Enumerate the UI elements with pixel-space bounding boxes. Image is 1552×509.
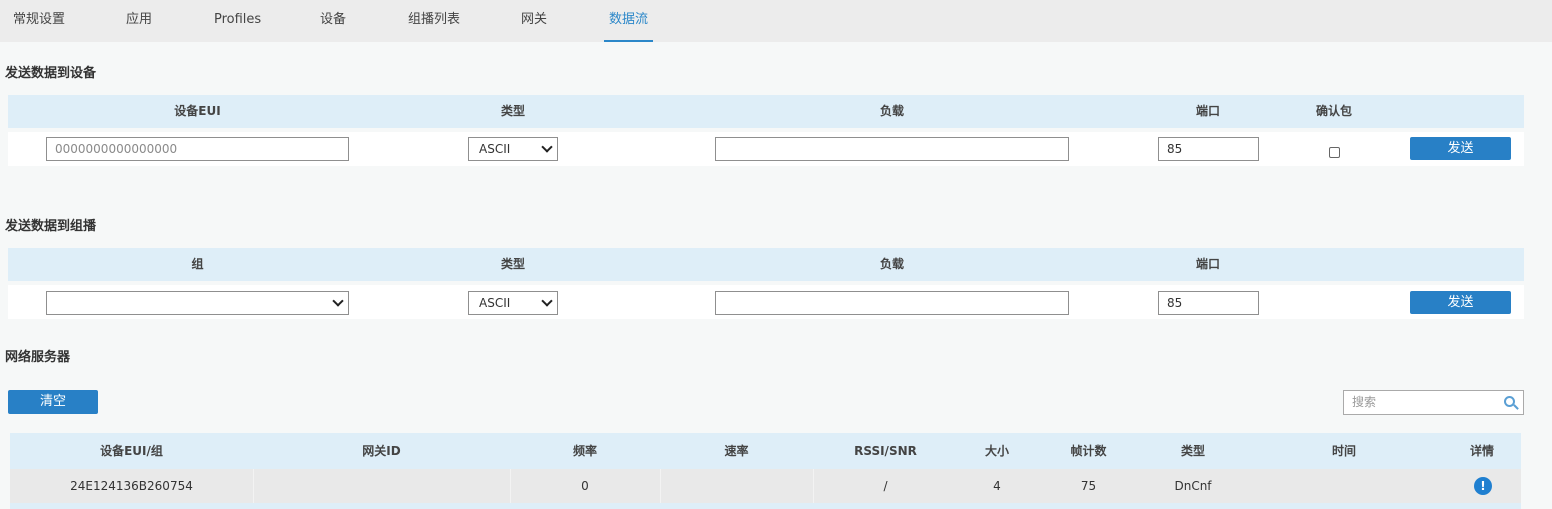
send-device-row: ASCII 发送 — [8, 132, 1524, 166]
col-rssi-snr: RSSI/SNR — [854, 444, 917, 458]
send-group-button[interactable]: 发送 — [1410, 291, 1511, 314]
col-gateway-id: 网关ID — [362, 444, 401, 458]
tab-profiles[interactable]: Profiles — [214, 0, 261, 42]
tab-applications[interactable]: 应用 — [126, 0, 152, 42]
header-payload: 负载 — [879, 104, 904, 118]
chevron-down-icon — [332, 295, 344, 307]
group-port-input[interactable] — [1158, 291, 1259, 315]
cell-size: 4 — [993, 479, 1001, 493]
cell-device-eui: 24E124136B260754 — [10, 469, 254, 503]
tab-gateways[interactable]: 网关 — [521, 0, 547, 42]
col-time: 时间 — [1331, 444, 1356, 458]
packet-table-header: 设备EUI/组 网关ID 频率 速率 RSSI/SNR 大小 帧计数 类型 时间… — [10, 433, 1521, 469]
send-device-header: 设备EUI 类型 负载 端口 确认包 — [8, 95, 1524, 128]
search-input[interactable]: 搜索 — [1343, 390, 1524, 415]
col-frame-count: 帧计数 — [1070, 444, 1107, 458]
cell-frame-count: 75 — [1080, 479, 1097, 493]
group-type-select[interactable]: ASCII — [468, 291, 558, 315]
send-group-header: 组 类型 负载 端口 — [8, 248, 1524, 281]
table-row[interactable]: 24E124136B260754 0 / 4 75 DnCnf ! — [10, 469, 1521, 503]
network-server-title: 网络服务器 — [5, 350, 71, 365]
col-type: 类型 — [1180, 444, 1205, 458]
info-icon[interactable]: ! — [1474, 477, 1492, 495]
header-port: 端口 — [1195, 257, 1220, 271]
device-type-select[interactable]: ASCII — [468, 137, 558, 161]
col-rate: 速率 — [724, 444, 749, 458]
cell-rssi-snr: / — [883, 479, 888, 493]
device-payload-input[interactable] — [715, 137, 1069, 161]
top-tab-bar: 常规设置 应用 Profiles 设备 组播列表 网关 数据流 — [0, 0, 1552, 42]
cell-frequency: 0 — [510, 469, 661, 503]
header-port: 端口 — [1195, 104, 1220, 118]
col-details: 详情 — [1469, 444, 1494, 458]
header-group: 组 — [191, 257, 204, 271]
header-payload: 负载 — [879, 257, 904, 271]
group-payload-input[interactable] — [715, 291, 1069, 315]
tab-general-settings[interactable]: 常规设置 — [13, 0, 65, 42]
send-device-title: 发送数据到设备 — [5, 66, 97, 81]
group-type-value: ASCII — [479, 296, 511, 310]
device-port-input[interactable] — [1158, 137, 1259, 161]
cell-rate — [660, 469, 814, 503]
device-eui-input[interactable] — [46, 137, 349, 161]
table-row — [10, 503, 1521, 509]
chevron-down-icon — [541, 295, 553, 307]
cell-gateway-id — [253, 469, 511, 503]
col-frequency: 频率 — [572, 444, 597, 458]
header-device-eui: 设备EUI — [174, 104, 221, 118]
send-group-title: 发送数据到组播 — [5, 219, 97, 234]
header-type: 类型 — [500, 104, 525, 118]
confirm-checkbox[interactable] — [1329, 147, 1340, 158]
header-type: 类型 — [500, 257, 525, 271]
tab-devices[interactable]: 设备 — [320, 0, 346, 42]
send-group-row: ASCII 发送 — [8, 285, 1524, 319]
col-size: 大小 — [984, 444, 1009, 458]
group-select[interactable] — [46, 291, 349, 315]
device-type-value: ASCII — [479, 142, 511, 156]
chevron-down-icon — [541, 141, 553, 153]
col-device-eui-group: 设备EUI/组 — [100, 444, 163, 458]
cell-time — [1245, 469, 1443, 503]
tab-multicast-list[interactable]: 组播列表 — [408, 0, 460, 42]
search-placeholder: 搜索 — [1352, 395, 1377, 409]
clear-button[interactable]: 清空 — [8, 390, 98, 414]
search-icon[interactable] — [1504, 396, 1515, 407]
cell-type: DnCnf — [1174, 479, 1212, 493]
send-device-button[interactable]: 发送 — [1410, 137, 1511, 160]
tab-packets[interactable]: 数据流 — [603, 0, 654, 42]
header-confirm: 确认包 — [1315, 104, 1352, 118]
